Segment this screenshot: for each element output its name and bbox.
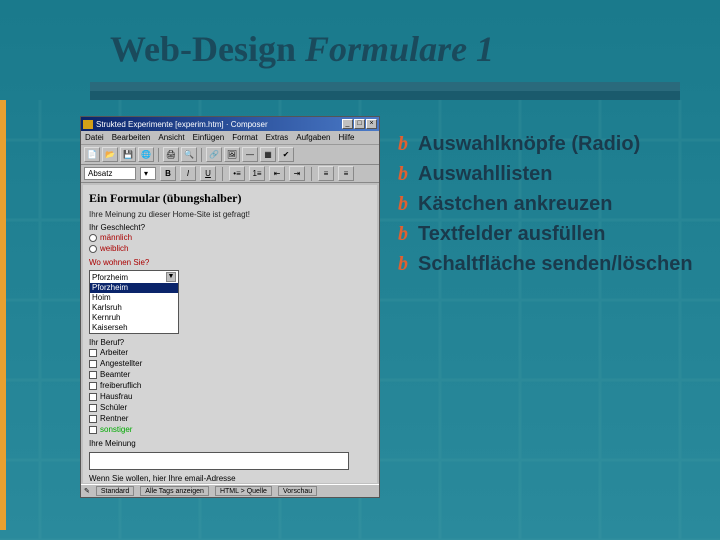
check-arbeiter[interactable]: Arbeiter	[89, 347, 371, 358]
toolbar-format: Absatz ▾ B I U •≡ 1≡ ⇤ ⇥ ≡ ≡	[81, 165, 379, 183]
statusbar: ✎ Standard Alle Tags anzeigen HTML > Que…	[81, 484, 379, 497]
check-angestellter[interactable]: Angestellter	[89, 358, 371, 369]
radio-female[interactable]: weiblich	[89, 243, 371, 254]
check-beamter[interactable]: Beamter	[89, 369, 371, 380]
menu-ansicht[interactable]: Ansicht	[158, 133, 184, 142]
underline-icon[interactable]: U	[200, 166, 216, 181]
style-select[interactable]: ▾	[140, 167, 156, 180]
spell-icon[interactable]: ✔	[278, 147, 294, 162]
residence-label: Wo wohnen Sie?	[89, 258, 371, 267]
ol-icon[interactable]: 1≡	[249, 166, 265, 181]
ul-icon[interactable]: •≡	[229, 166, 245, 181]
maximize-button[interactable]: □	[354, 119, 365, 129]
app-icon	[83, 120, 93, 129]
menu-einfuegen[interactable]: Einfügen	[193, 133, 225, 142]
close-button[interactable]: ×	[366, 119, 377, 129]
outdent-icon[interactable]: ⇤	[269, 166, 285, 181]
menu-hilfe[interactable]: Hilfe	[339, 133, 355, 142]
title-italic: Formulare 1	[305, 29, 494, 69]
email-label: Wenn Sie wollen, hier Ihre email-Adresse	[89, 474, 371, 483]
composer-window: Strukted Experimente [experim.htm] · Com…	[80, 116, 380, 498]
select-option[interactable]: Karlsruh	[90, 303, 178, 313]
window-title: Strukted Experimente [experim.htm] · Com…	[96, 120, 268, 129]
editor-pane[interactable]: Ein Formular (übungshalber) Ihre Meinung…	[83, 185, 377, 483]
menu-format[interactable]: Format	[232, 133, 257, 142]
tab-standard[interactable]: Standard	[96, 486, 134, 496]
print-icon[interactable]: 🖨	[163, 147, 179, 162]
bullet-icon: b	[398, 163, 408, 186]
bullet-icon: b	[398, 223, 408, 246]
hrule-icon[interactable]: —	[242, 147, 258, 162]
bullet-item: b Auswahllisten	[398, 162, 698, 187]
title-plain: Web-Design	[110, 29, 305, 69]
menubar: Datei Bearbeiten Ansicht Einfügen Format…	[81, 131, 379, 145]
check-hausfrau[interactable]: Hausfrau	[89, 391, 371, 402]
check-schueler[interactable]: Schüler	[89, 402, 371, 413]
select-option[interactable]: Hoim	[90, 293, 178, 303]
table-icon[interactable]: ▦	[260, 147, 276, 162]
residence-select[interactable]: Pforzheim ▼ Pforzheim Hoim Karlsruh Kern…	[89, 270, 179, 334]
radio-male[interactable]: männlich	[89, 232, 371, 243]
form-subline: Ihre Meinung zu dieser Home-Site ist gef…	[89, 210, 371, 219]
menu-datei[interactable]: Datei	[85, 133, 104, 142]
italic-icon[interactable]: I	[180, 166, 196, 181]
find-icon[interactable]: 🔍	[181, 147, 197, 162]
job-label: Ihr Beruf?	[89, 338, 371, 347]
check-freiberuflich[interactable]: freiberuflich	[89, 380, 371, 391]
open-icon[interactable]: 📂	[102, 147, 118, 162]
bold-icon[interactable]: B	[160, 166, 176, 181]
menu-aufgaben[interactable]: Aufgaben	[296, 133, 330, 142]
select-option[interactable]: Pforzheim	[90, 283, 178, 293]
gender-label: Ihr Geschlecht?	[89, 223, 371, 232]
opinion-textarea[interactable]	[89, 452, 349, 470]
tab-alltags[interactable]: Alle Tags anzeigen	[140, 486, 209, 496]
window-titlebar: Strukted Experimente [experim.htm] · Com…	[81, 117, 379, 131]
tab-preview[interactable]: Vorschau	[278, 486, 317, 496]
save-icon[interactable]: 💾	[120, 147, 136, 162]
toolbar-main: 📄 📂 💾 🌐 🖨 🔍 🔗 🖼 — ▦ ✔	[81, 145, 379, 165]
menu-extras[interactable]: Extras	[266, 133, 289, 142]
link-icon[interactable]: 🔗	[206, 147, 222, 162]
paragraph-select[interactable]: Absatz	[84, 167, 136, 180]
align-left-icon[interactable]: ≡	[318, 166, 334, 181]
menu-bearbeiten[interactable]: Bearbeiten	[112, 133, 151, 142]
bullet-item: b Auswahlknöpfe (Radio)	[398, 132, 698, 157]
select-option[interactable]: Kaiserseh	[90, 323, 178, 333]
indent-icon[interactable]: ⇥	[289, 166, 305, 181]
tab-source[interactable]: HTML > Quelle	[215, 486, 272, 496]
radio-icon	[89, 234, 97, 242]
form-heading: Ein Formular (übungshalber)	[89, 191, 371, 206]
accent-sidebar	[0, 100, 6, 530]
pencil-icon: ✎	[84, 487, 90, 495]
new-file-icon[interactable]: 📄	[84, 147, 100, 162]
bullet-icon: b	[398, 253, 408, 276]
chevron-down-icon[interactable]: ▼	[166, 272, 176, 282]
slide-title: Web-Design Formulare 1	[110, 28, 494, 70]
bullet-item: b Kästchen ankreuzen	[398, 192, 698, 217]
check-sonstiger[interactable]: sonstiger	[89, 424, 371, 435]
bullet-item: b Schaltfläche senden/löschen	[398, 252, 698, 277]
bullet-item: b Textfelder ausfüllen	[398, 222, 698, 247]
select-option[interactable]: Kernruh	[90, 313, 178, 323]
image-icon[interactable]: 🖼	[224, 147, 240, 162]
check-rentner[interactable]: Rentner	[89, 413, 371, 424]
align-center-icon[interactable]: ≡	[338, 166, 354, 181]
title-underline	[90, 82, 680, 100]
meinung-label: Ihre Meinung	[89, 439, 371, 448]
bullet-list: b Auswahlknöpfe (Radio) b Auswahllisten …	[398, 132, 698, 282]
publish-icon[interactable]: 🌐	[138, 147, 154, 162]
bullet-icon: b	[398, 133, 408, 156]
radio-icon	[89, 245, 97, 253]
minimize-button[interactable]: _	[342, 119, 353, 129]
bullet-icon: b	[398, 193, 408, 216]
